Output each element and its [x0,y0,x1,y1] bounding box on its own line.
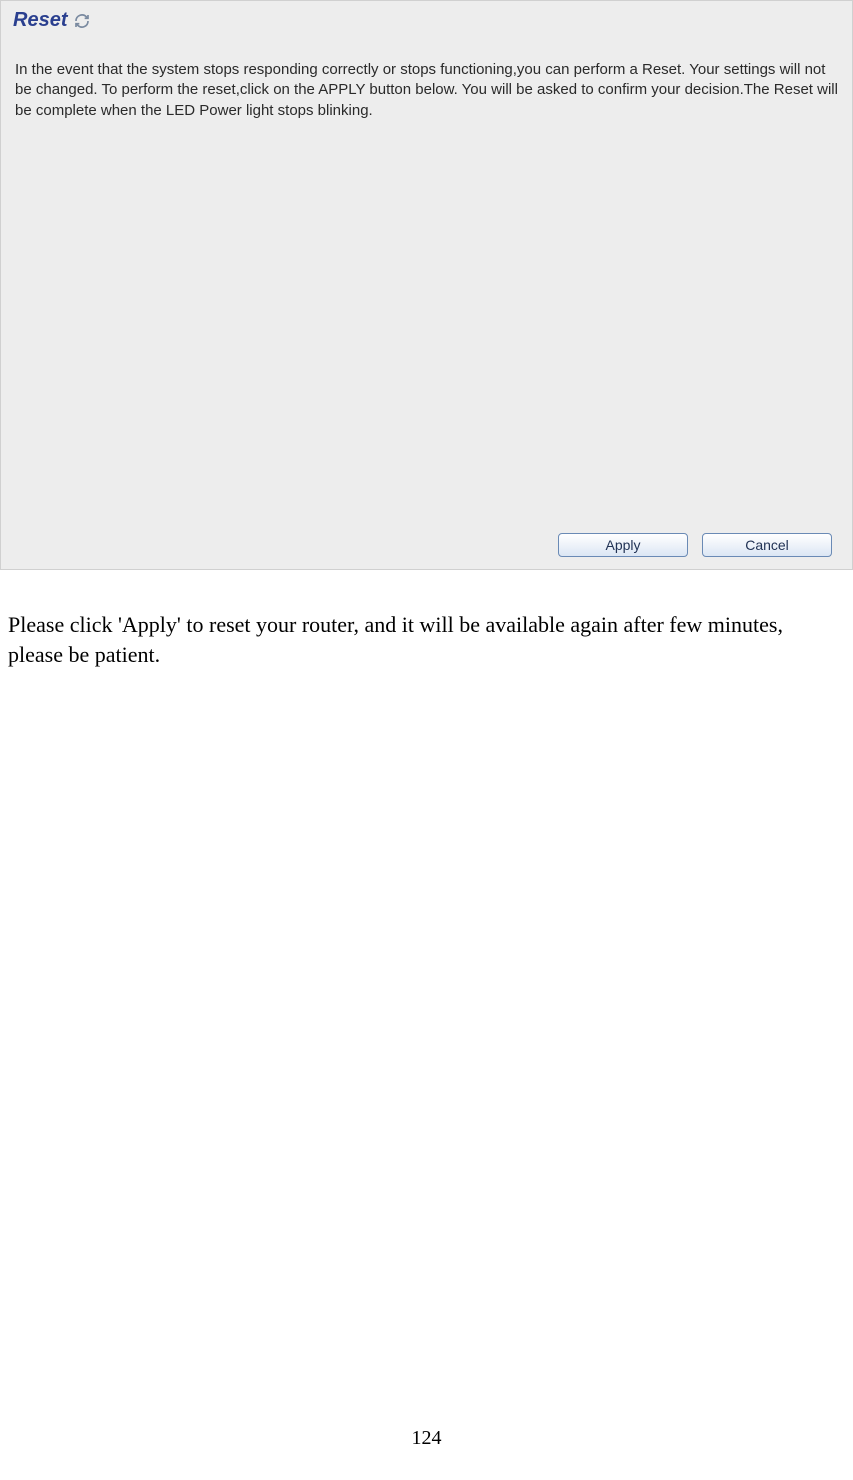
panel-title: Reset [13,9,67,32]
panel-body-text: In the event that the system stops respo… [1,36,852,131]
instruction-text: Please click 'Apply' to reset your route… [0,570,853,669]
apply-button[interactable]: Apply [558,533,688,557]
panel-header: Reset [1,1,852,36]
reset-panel: Reset In the event that the system stops… [0,0,853,570]
page-number: 124 [0,1427,853,1450]
cancel-button[interactable]: Cancel [702,533,832,557]
refresh-icon [73,12,91,30]
button-bar: Apply Cancel [558,533,832,557]
